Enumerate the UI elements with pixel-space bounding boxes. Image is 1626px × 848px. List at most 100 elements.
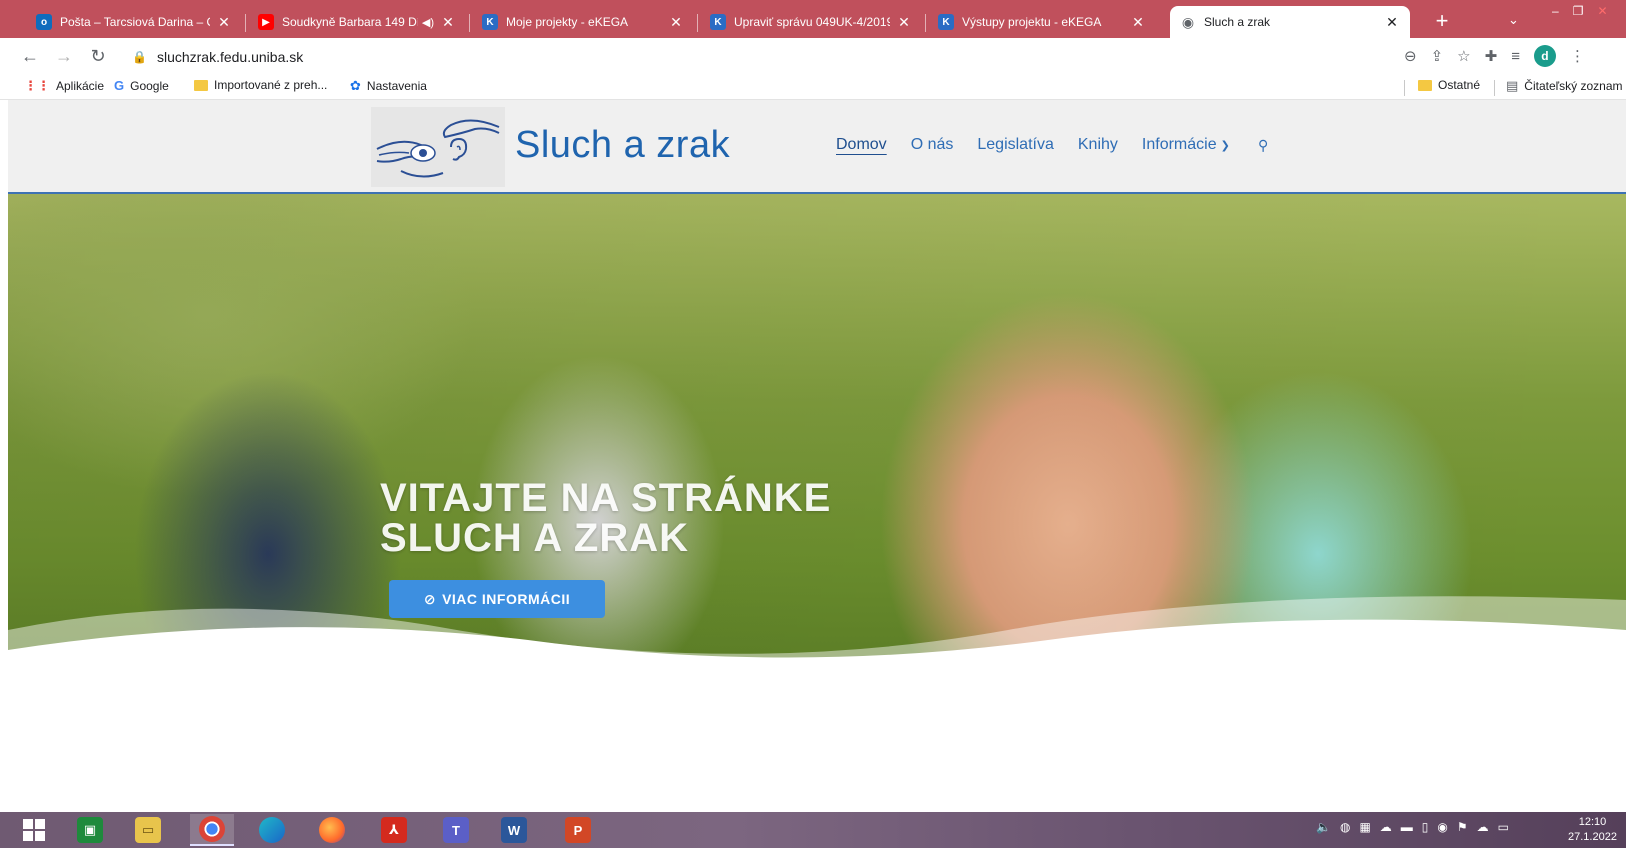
minimize-icon[interactable]: – <box>1552 4 1559 18</box>
new-tab-button[interactable]: + <box>1428 9 1456 35</box>
office-tray-icon[interactable]: ◉ <box>1437 820 1447 834</box>
taskbar-acrobat[interactable]: ⅄ <box>372 814 416 846</box>
tab-label: Soudkyně Barbara 149 Díl <box>282 15 418 29</box>
volume-icon[interactable]: 🔈 <box>1316 820 1331 834</box>
bookmark-apps[interactable]: ⋮⋮ Aplikácie <box>24 78 104 94</box>
taskbar-firefox[interactable] <box>310 814 354 846</box>
close-icon[interactable]: ✕ <box>216 14 232 31</box>
nav-item-domov[interactable]: Domov <box>836 136 887 154</box>
edge-icon <box>259 817 285 843</box>
bookmark-google[interactable]: G Google <box>114 78 169 93</box>
acrobat-icon: ⅄ <box>381 817 407 843</box>
folder-icon <box>194 79 208 91</box>
taskbar-powerpoint[interactable]: P <box>556 814 600 846</box>
reload-icon[interactable]: ↻ <box>84 46 112 67</box>
firefox-icon <box>319 817 345 843</box>
tab-vystupy-projektu[interactable]: K Výstupy projektu - eKEGA ✕ <box>928 6 1156 38</box>
window-controls: – ❐ ✕ <box>1552 4 1608 18</box>
onedrive-icon[interactable]: ☁ <box>1477 820 1489 834</box>
bookmark-label: Nastavenia <box>366 79 427 93</box>
teams-tray-icon[interactable]: ◍ <box>1340 820 1350 834</box>
toolbar-icons: ⊖ ⇪ ☆ ✚ ≡ d ⋮ <box>1404 42 1585 70</box>
lock-icon[interactable]: 🔒 <box>132 50 147 64</box>
tab-label: Moje projekty - eKEGA <box>506 15 629 29</box>
gear-icon: ✿ <box>350 78 361 93</box>
close-icon[interactable]: ✕ <box>440 14 456 31</box>
site-title[interactable]: Sluch a zrak <box>515 124 730 167</box>
restore-icon[interactable]: ❐ <box>1573 4 1584 18</box>
folder-icon <box>1418 79 1432 91</box>
clock-date: 27.1.2022 <box>1568 831 1617 843</box>
bookmark-label: Čitateľský zoznam <box>1524 79 1623 93</box>
forward-arrow-icon[interactable]: → <box>50 46 78 67</box>
close-icon[interactable]: ✕ <box>668 14 684 31</box>
hero-headline: VITAJTE NA STRÁNKE SLUCH A ZRAK <box>380 478 940 558</box>
kega-icon: K <box>710 14 726 30</box>
tab-youtube[interactable]: ▶ Soudkyně Barbara 149 Díl ◀) ✕ <box>248 6 466 38</box>
taskbar-chrome[interactable] <box>190 814 234 846</box>
store-icon: ▣ <box>77 817 103 843</box>
window-close-icon[interactable]: ✕ <box>1597 4 1607 18</box>
kega-icon: K <box>938 14 954 30</box>
profile-avatar[interactable]: d <box>1533 45 1556 67</box>
taskbar-teams[interactable]: T <box>434 814 478 846</box>
address-bar[interactable]: 🔒 sluchzrak.fedu.uniba.sk <box>118 44 1398 70</box>
taskbar-word[interactable]: W <box>492 814 536 846</box>
tab-label: Upraviť správu 049UK-4/2019 - <box>734 15 890 29</box>
bookmark-label: Google <box>130 78 169 93</box>
share-icon[interactable]: ⇪ <box>1431 47 1444 65</box>
bookmark-imported[interactable]: Importované z preh... <box>194 78 327 92</box>
taskbar-clock[interactable]: 12:10 27.1.2022 <box>1568 815 1617 845</box>
word-icon: W <box>501 817 527 843</box>
nav-item-knihy[interactable]: Knihy <box>1078 136 1118 154</box>
close-icon[interactable]: ✕ <box>896 14 912 31</box>
hero-headline-line: VITAJTE NA STRÁNKE <box>380 476 832 520</box>
taskbar-file-explorer[interactable]: ▭ <box>126 814 170 846</box>
start-button[interactable] <box>12 814 56 846</box>
tab-label: Výstupy projektu - eKEGA <box>962 15 1102 29</box>
close-icon[interactable]: ✕ <box>1130 14 1146 31</box>
url-text: sluchzrak.fedu.uniba.sk <box>156 49 304 65</box>
close-icon[interactable]: ✕ <box>1384 14 1400 31</box>
nav-item-informacie[interactable]: Informácie ❯ <box>1142 136 1230 154</box>
taskbar-store[interactable]: ▣ <box>68 814 112 846</box>
keyboard-icon[interactable]: ▦ <box>1359 820 1370 834</box>
site-logo[interactable] <box>371 107 505 187</box>
tab-upravit-spravu[interactable]: K Upraviť správu 049UK-4/2019 - ✕ <box>700 6 922 38</box>
menu-kebab-icon[interactable]: ⋮ <box>1570 47 1585 65</box>
clock-time: 12:10 <box>1578 816 1607 828</box>
folder-icon: ▭ <box>135 817 161 843</box>
cloud-icon[interactable]: ☁ <box>1380 820 1392 834</box>
taskbar-edge[interactable] <box>250 814 294 846</box>
bookmark-label: Aplikácie <box>56 79 105 93</box>
windows-logo-icon <box>23 819 45 841</box>
zoom-icon[interactable]: ⊖ <box>1404 47 1417 65</box>
hero-banner: VITAJTE NA STRÁNKE SLUCH A ZRAK ⊘ VIAC I… <box>8 194 1626 714</box>
powerpoint-icon: P <box>565 817 591 843</box>
system-tray: 🔈 ◍ ▦ ☁ ▬ ▯ ◉ ⚑ ☁ ▭ <box>1316 820 1509 834</box>
network-icon[interactable]: ▯ <box>1422 820 1429 834</box>
tab-label: Sluch a zrak <box>1204 15 1271 29</box>
tab-moje-projekty[interactable]: K Moje projekty - eKEGA ✕ <box>472 6 694 38</box>
chevron-down-icon: ❯ <box>1220 140 1230 152</box>
nav-item-o-nas[interactable]: O nás <box>911 136 954 154</box>
bookmark-reading-list[interactable]: ▤ Čitateľský zoznam <box>1506 78 1623 94</box>
bookmark-star-icon[interactable]: ☆ <box>1457 47 1470 65</box>
hero-wave-divider <box>8 596 1626 714</box>
extensions-puzzle-icon[interactable]: ✚ <box>1485 47 1498 65</box>
apps-grid-icon: ⋮⋮ <box>24 78 50 93</box>
display-icon[interactable]: ▭ <box>1498 820 1509 834</box>
search-icon[interactable]: ⚲ <box>1258 137 1268 154</box>
tab-outlook[interactable]: o Pošta – Tarcsiová Darina – Outl ✕ <box>26 6 242 38</box>
battery-icon[interactable]: ▬ <box>1401 820 1413 834</box>
main-nav: Domov O nás Legislatíva Knihy Informácie… <box>836 136 1230 154</box>
bookmark-settings[interactable]: ✿ Nastavenia <box>350 78 427 94</box>
bookmark-other[interactable]: Ostatné <box>1418 78 1480 92</box>
speaker-icon[interactable]: ◀) <box>422 16 434 29</box>
nav-item-legislativa[interactable]: Legislatíva <box>977 136 1054 154</box>
back-arrow-icon[interactable]: ← <box>16 46 44 67</box>
tab-sluch-a-zrak[interactable]: ◉ Sluch a zrak ✕ <box>1170 6 1410 38</box>
reading-list-icon[interactable]: ≡ <box>1511 48 1520 65</box>
tab-search-chevron-icon[interactable]: ⌄ <box>1508 12 1519 28</box>
flag-icon[interactable]: ⚑ <box>1457 820 1468 834</box>
